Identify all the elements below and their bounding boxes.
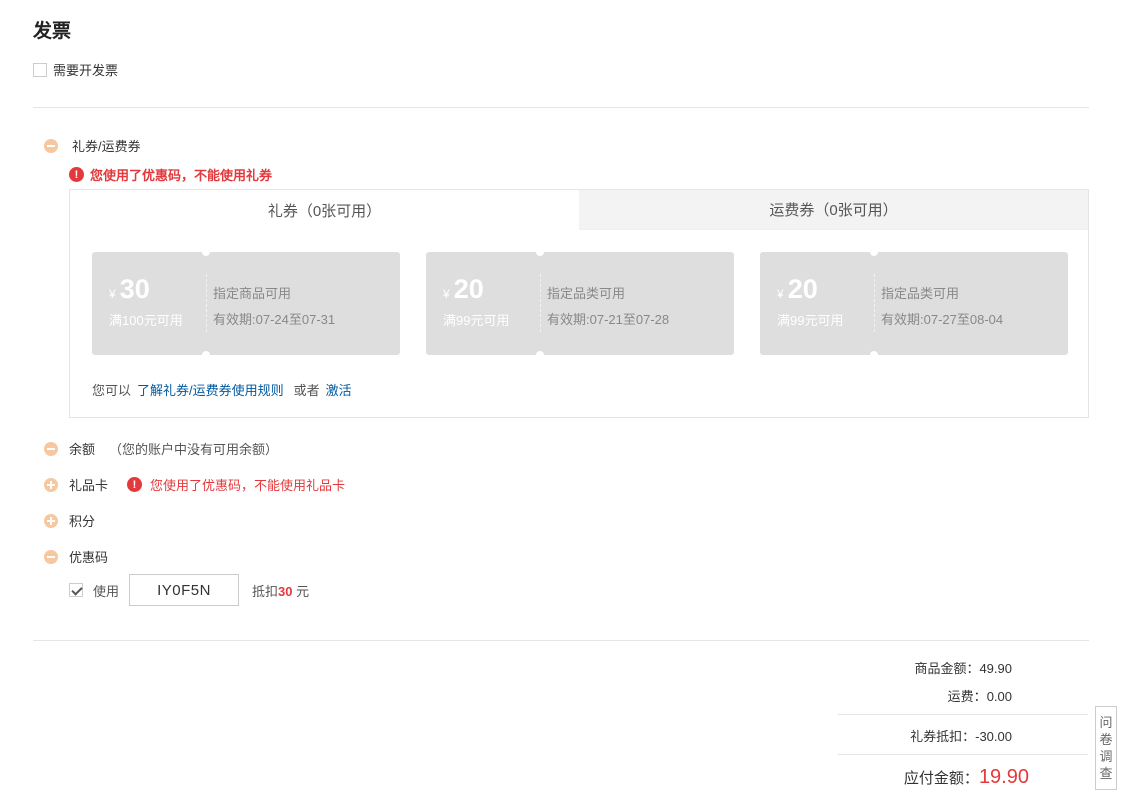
activate-link[interactable]: 激活 <box>326 380 352 399</box>
tab-gift-coupon[interactable]: 礼券（0张可用） <box>70 190 579 230</box>
coupon-amount: 30 <box>119 274 150 304</box>
balance-section-header[interactable]: 余额 （您的账户中没有可用余额） <box>44 439 278 458</box>
promo-code-input[interactable]: IY0F5N <box>129 574 240 606</box>
use-promo-label: 使用 <box>93 583 120 599</box>
coupon-scope: 指定品类可用 <box>547 286 626 301</box>
coupon-condition: 满100元可用 <box>109 313 183 328</box>
promo-label: 优惠码 <box>69 550 109 565</box>
coupon-validity: 有效期:07-24至07-31 <box>213 312 336 327</box>
collapse-icon[interactable] <box>44 549 58 564</box>
promo-code-row: 使用 IY0F5N 抵扣30 元 <box>69 574 309 606</box>
shipping-line: 运费：0.00 <box>948 686 1012 705</box>
error-icon: ! <box>127 477 143 492</box>
goods-amount-label: 商品金额： <box>914 661 980 676</box>
coupon-condition: 满99元可用 <box>443 313 510 328</box>
coupon-tabs: 礼券（0张可用） 运费券（0张可用） <box>70 190 1088 230</box>
promo-deduct: 抵扣30 元 <box>252 581 309 600</box>
total-label: 应付金额： <box>903 770 979 787</box>
expand-icon[interactable] <box>44 513 58 528</box>
deduct-unit: 元 <box>296 583 310 599</box>
coupon-condition: 满99元可用 <box>777 313 844 328</box>
need-invoice-label: 需要开发票 <box>53 63 119 78</box>
coupon-currency: ¥ <box>777 287 784 301</box>
coupon-card: ¥20 满99元可用 指定品类可用 有效期:07-27至08-04 <box>760 248 1068 359</box>
coupon-error-text: 您使用了优惠码，不能使用礼券 <box>90 168 273 183</box>
survey-char: 调 <box>1099 749 1113 764</box>
collapse-icon[interactable] <box>44 138 58 153</box>
shipping-value: 0.00 <box>986 689 1012 704</box>
coupon-deduct-label: 礼券抵扣： <box>910 729 976 744</box>
rules-prefix: 您可以 <box>92 383 132 398</box>
points-section-header[interactable]: 积分 <box>44 511 95 530</box>
points-label: 积分 <box>69 514 96 529</box>
coupon-validity: 有效期:07-21至07-28 <box>547 312 670 327</box>
need-invoice-row[interactable]: 需要开发票 <box>33 60 118 79</box>
gift-card-error-text: 您使用了优惠码，不能使用礼品卡 <box>150 478 346 493</box>
goods-amount-line: 商品金额：49.90 <box>914 658 1012 677</box>
deduct-amount: 30 <box>278 583 293 599</box>
coupon-panel: 礼券（0张可用） 运费券（0张可用） ¥30 满100元可用 指定商品可用 有效… <box>69 189 1089 418</box>
divider-bottom <box>33 640 1089 641</box>
survey-char: 查 <box>1099 766 1113 781</box>
coupon-card: ¥20 满99元可用 指定品类可用 有效期:07-21至07-28 <box>426 248 734 359</box>
coupon-currency: ¥ <box>109 287 116 301</box>
coupon-error-message: ! 您使用了优惠码，不能使用礼券 <box>69 165 272 184</box>
coupon-rules-link[interactable]: 了解礼券/运费券使用规则 <box>137 380 284 399</box>
gift-card-section-header[interactable]: 礼品卡 ! 您使用了优惠码，不能使用礼品卡 <box>44 475 345 494</box>
coupon-card: ¥30 满100元可用 指定商品可用 有效期:07-24至07-31 <box>92 248 400 359</box>
coupon-deduct-value: -30.00 <box>975 729 1012 744</box>
use-promo-checkbox[interactable] <box>69 583 83 597</box>
deduct-prefix: 抵扣 <box>252 583 279 599</box>
invoice-title: 发票 <box>33 21 72 42</box>
coupon-scope: 指定品类可用 <box>881 286 960 301</box>
tab-shipping-coupon[interactable]: 运费券（0张可用） <box>579 190 1088 230</box>
survey-char: 卷 <box>1099 732 1113 747</box>
collapse-icon[interactable] <box>44 441 58 456</box>
coupon-list: ¥30 满100元可用 指定商品可用 有效期:07-24至07-31 ¥20 满… <box>92 248 1068 359</box>
coupon-scope: 指定商品可用 <box>213 286 292 301</box>
coupon-rules: 您可以 了解礼券/运费券使用规则 或者 激活 <box>92 380 352 399</box>
error-icon: ! <box>69 167 84 182</box>
need-invoice-checkbox[interactable] <box>33 62 47 77</box>
coupon-currency: ¥ <box>443 287 450 301</box>
coupon-amount: 20 <box>787 274 818 304</box>
survey-char: 问 <box>1099 715 1113 730</box>
shipping-label: 运费： <box>947 689 987 704</box>
balance-note: （您的账户中没有可用余额） <box>109 442 279 457</box>
summary-divider <box>838 714 1088 715</box>
divider-top <box>33 107 1089 108</box>
balance-label: 余额 <box>69 442 96 457</box>
coupon-deduct-line: 礼券抵扣：-30.00 <box>910 726 1012 745</box>
coupon-section-label: 礼券/运费券 <box>72 139 141 154</box>
coupon-validity: 有效期:07-27至08-04 <box>881 312 1004 327</box>
total-value: 19.90 <box>978 766 1029 788</box>
expand-icon[interactable] <box>44 477 58 492</box>
coupon-amount: 20 <box>453 274 484 304</box>
rules-or: 或者 <box>293 383 320 398</box>
gift-card-label: 礼品卡 <box>69 478 109 493</box>
promo-section-header[interactable]: 优惠码 <box>44 547 108 566</box>
coupon-section-header[interactable]: 礼券/运费券 <box>44 136 141 155</box>
total-line: 应付金额：19.90 <box>904 766 1029 789</box>
survey-button[interactable]: 问 卷 调 查 <box>1095 706 1117 790</box>
summary-divider <box>838 754 1088 755</box>
goods-amount-value: 49.90 <box>979 661 1012 676</box>
